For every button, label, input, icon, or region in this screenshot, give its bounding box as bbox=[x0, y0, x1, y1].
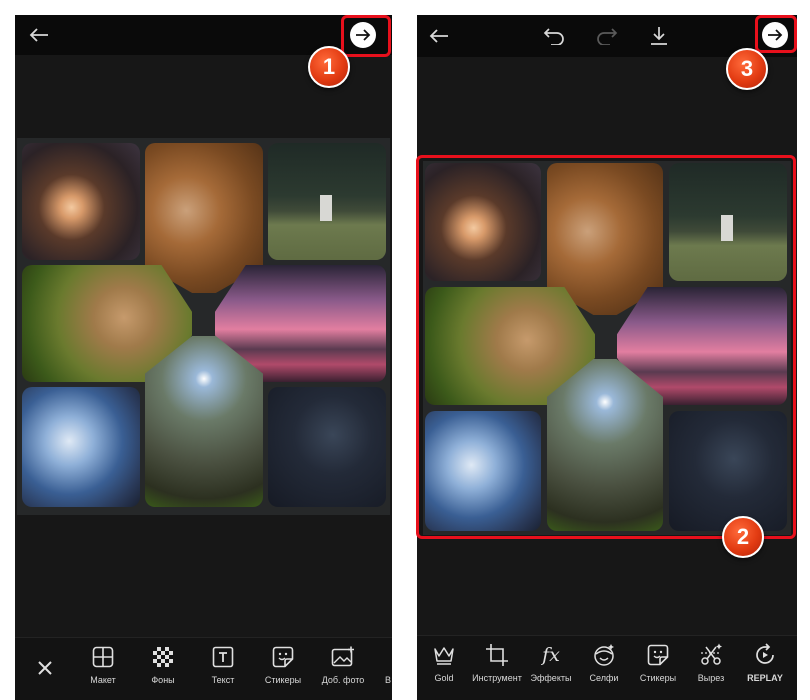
callout-badge-3: 3 bbox=[726, 48, 768, 90]
crown-icon bbox=[433, 642, 455, 668]
tool-stickers[interactable]: Стикеры bbox=[253, 644, 313, 685]
back-button[interactable] bbox=[27, 23, 51, 47]
collage-photo-frost-branch[interactable] bbox=[22, 387, 140, 507]
collage-photo-star-trails[interactable] bbox=[268, 387, 386, 507]
tool-add-photo[interactable]: Доб. фото bbox=[313, 644, 373, 685]
photo-collage[interactable] bbox=[17, 138, 390, 515]
chapel-shape bbox=[320, 195, 332, 221]
replay-icon bbox=[753, 642, 777, 668]
download-button[interactable] bbox=[646, 23, 672, 49]
phone-screen-collage-editor: Макет Фоны Текст Стикеры Доб. фото В bbox=[15, 15, 392, 700]
layout-icon bbox=[92, 644, 114, 670]
bottom-toolbar: Макет Фоны Текст Стикеры Доб. фото В bbox=[15, 637, 392, 700]
highlight-edited-canvas bbox=[416, 155, 796, 539]
redo-button[interactable] bbox=[594, 24, 620, 48]
callout-badge-1: 1 bbox=[308, 46, 350, 88]
tool-text[interactable]: Текст bbox=[193, 644, 253, 685]
tool-cutout[interactable]: Вырез bbox=[681, 642, 741, 683]
selfie-icon bbox=[592, 642, 616, 668]
tool-cut-off[interactable]: В bbox=[373, 644, 392, 685]
text-box-icon bbox=[212, 644, 234, 670]
tool-gold[interactable]: Gold bbox=[417, 642, 474, 683]
callout-badge-2: 2 bbox=[722, 516, 764, 558]
tool-replay[interactable]: REPLAY bbox=[735, 642, 795, 683]
close-icon bbox=[38, 661, 52, 675]
highlight-next-button-left bbox=[341, 15, 391, 57]
cutout-icon bbox=[699, 642, 723, 668]
redo-icon bbox=[597, 28, 618, 45]
tool-layout[interactable]: Макет bbox=[73, 644, 133, 685]
sticker-icon bbox=[647, 642, 669, 668]
tool-effects[interactable]: fx Эффекты bbox=[521, 642, 581, 683]
close-button[interactable] bbox=[33, 656, 57, 680]
arrow-left-icon bbox=[429, 29, 448, 43]
collage-photo-moon-tree[interactable] bbox=[145, 336, 263, 507]
sticker-icon bbox=[272, 644, 294, 670]
undo-icon bbox=[543, 28, 564, 45]
tool-backgrounds[interactable]: Фоны bbox=[133, 644, 193, 685]
tool-stickers[interactable]: Стикеры bbox=[628, 642, 688, 683]
fx-icon: fx bbox=[542, 644, 560, 666]
crop-icon bbox=[486, 642, 508, 668]
collage-photo-flowers[interactable] bbox=[22, 143, 140, 260]
highlight-next-button-right bbox=[755, 15, 797, 53]
add-photo-icon bbox=[331, 644, 355, 670]
tool-selfie[interactable]: Селфи bbox=[574, 642, 634, 683]
bottom-toolbar: Gold Инструмент fx Эффекты Селфи Стикеры bbox=[417, 635, 797, 700]
undo-button[interactable] bbox=[541, 24, 567, 48]
checker-pattern-icon bbox=[153, 644, 173, 670]
back-button[interactable] bbox=[427, 24, 451, 48]
arrow-left-icon bbox=[29, 28, 48, 42]
download-icon bbox=[651, 27, 667, 45]
tool-instrument[interactable]: Инструмент bbox=[467, 642, 527, 683]
collage-photo-chapel[interactable] bbox=[268, 143, 386, 260]
